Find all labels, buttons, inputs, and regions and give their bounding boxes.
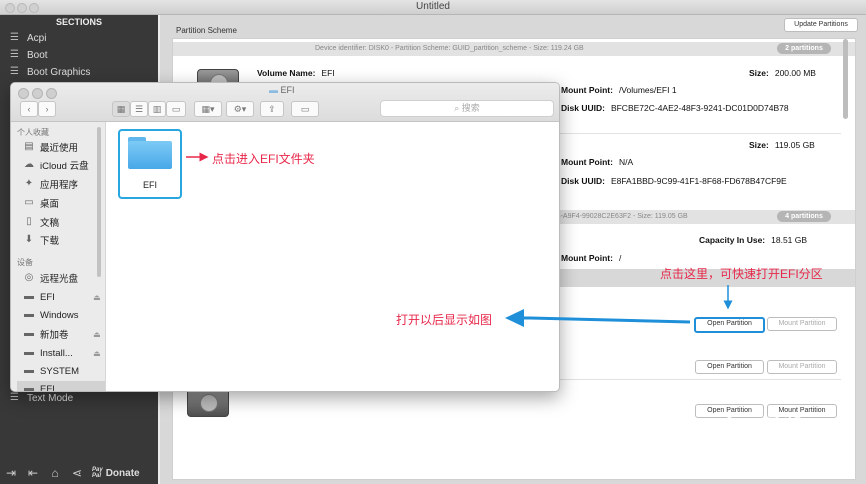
annotation-enter-efi: 点击进入EFI文件夹 xyxy=(212,152,315,166)
annotation-open-quick: 点击这里，可快速打开EFI分区 xyxy=(660,267,823,281)
arrow-to-finder xyxy=(520,316,691,324)
arrow-head xyxy=(505,309,524,327)
baidu-watermark-logo: Baidu 经验 xyxy=(668,408,806,439)
baidu-watermark-url: jingyan.baidu.com xyxy=(700,442,789,454)
annotation-after-open: 打开以后显示如图 xyxy=(396,313,493,327)
